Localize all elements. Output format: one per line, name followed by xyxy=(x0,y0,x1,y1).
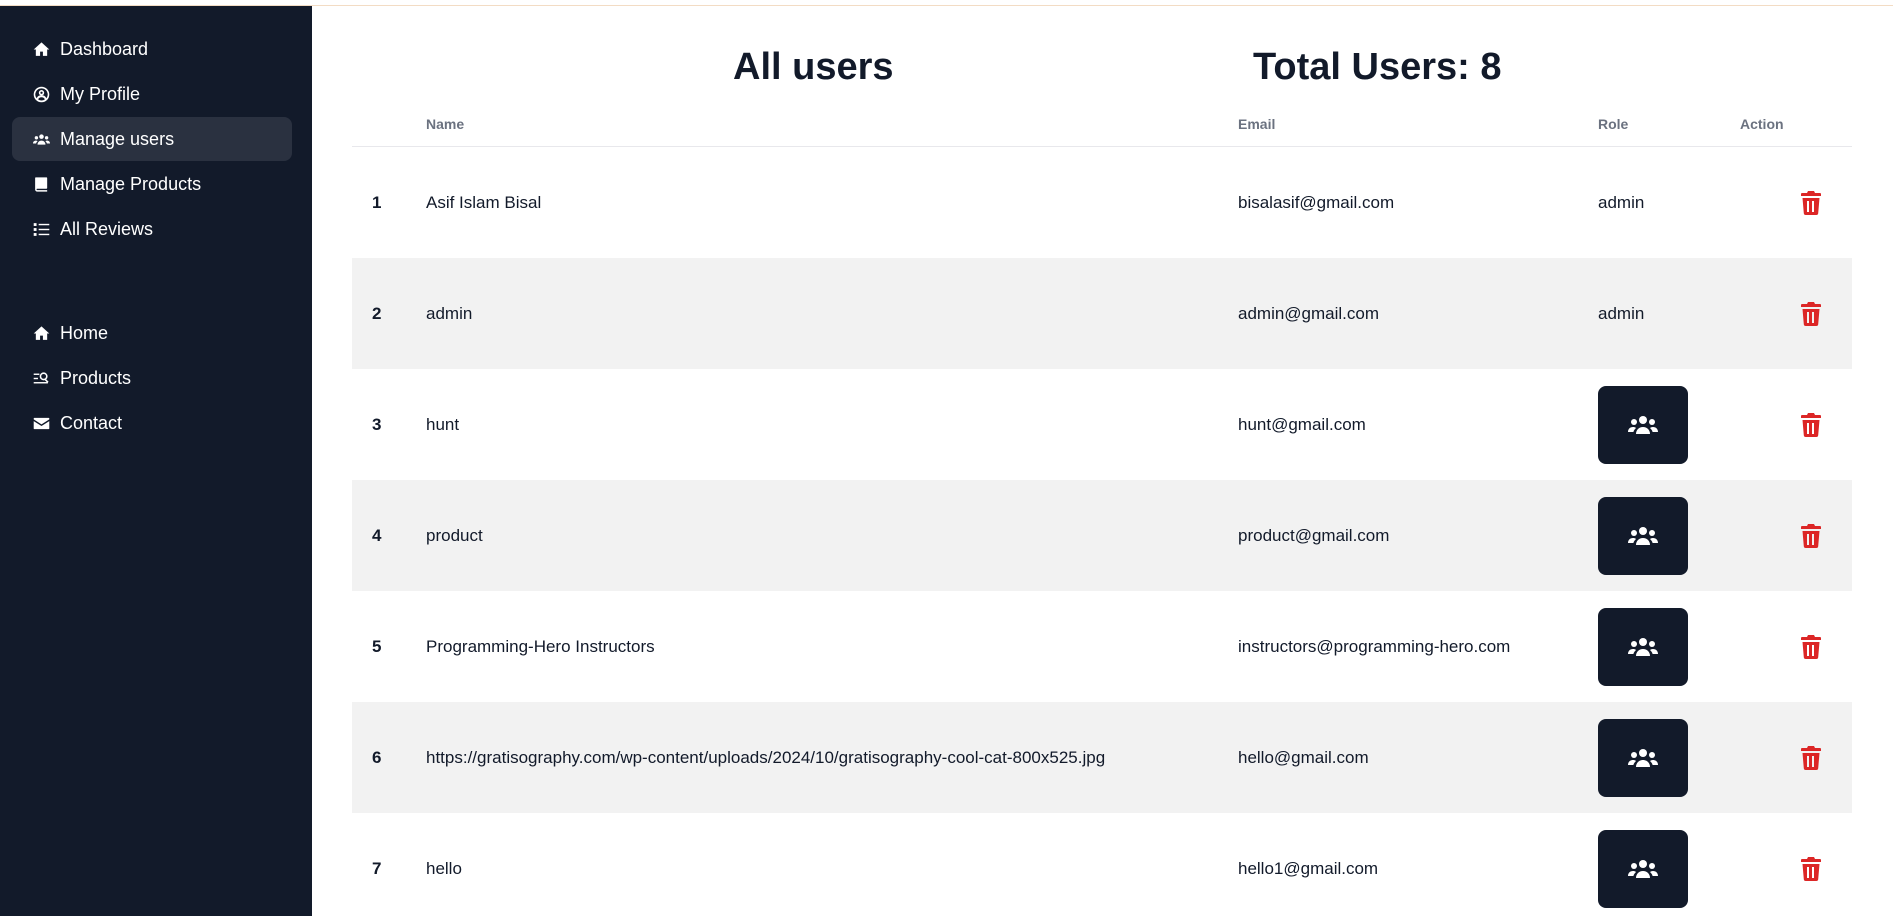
user-role: admin xyxy=(1598,303,1645,323)
sidebar-item-label: Manage users xyxy=(60,128,175,149)
table-row: 1 Asif Islam Bisal bisalasif@gmail.com a… xyxy=(352,147,1852,258)
make-admin-button[interactable] xyxy=(1598,718,1688,797)
make-admin-button[interactable] xyxy=(1598,385,1688,464)
table-row: 6 https://gratisography.com/wp-content/u… xyxy=(352,702,1852,813)
sidebar-item-manage-users[interactable]: Manage users xyxy=(12,117,292,161)
make-admin-button[interactable] xyxy=(1598,607,1688,686)
user-role: admin xyxy=(1598,192,1645,212)
action-cell xyxy=(1740,634,1852,659)
sidebar-item-contact[interactable]: Contact xyxy=(12,401,292,445)
sidebar-item-label: Products xyxy=(60,367,132,388)
user-email: hello@gmail.com xyxy=(1238,747,1369,767)
column-header-name: Name xyxy=(426,116,465,132)
table-row: 7 hello hello1@gmail.com xyxy=(352,813,1852,924)
main-content: All users Total Users: 8 Name Email Role… xyxy=(312,6,1893,916)
column-header-role: Role xyxy=(1598,116,1629,132)
row-index: 1 xyxy=(372,192,382,212)
sidebar-item-label: Manage Products xyxy=(60,173,202,194)
role-cell xyxy=(1598,718,1740,797)
search-list-icon xyxy=(32,369,50,387)
users-icon xyxy=(1628,415,1658,434)
role-cell xyxy=(1598,607,1740,686)
user-email: instructors@programming-hero.com xyxy=(1238,636,1511,656)
action-cell xyxy=(1740,523,1852,548)
table-row: 3 hunt hunt@gmail.com xyxy=(352,369,1852,480)
row-index: 7 xyxy=(372,858,382,878)
action-cell xyxy=(1740,301,1852,326)
home-icon xyxy=(32,40,50,58)
trash-icon[interactable] xyxy=(1801,745,1821,770)
trash-icon[interactable] xyxy=(1801,301,1821,326)
sidebar-item-my-profile[interactable]: My Profile xyxy=(12,72,292,116)
users-table: Name Email Role Action 1 Asif Islam Bisa… xyxy=(352,102,1852,924)
row-index: 4 xyxy=(372,525,382,545)
row-index: 3 xyxy=(372,414,382,434)
users-icon xyxy=(1628,526,1658,545)
sidebar-item-label: Contact xyxy=(60,412,123,433)
sidebar-item-label: Dashboard xyxy=(60,38,149,59)
user-name: product xyxy=(426,525,483,545)
sidebar-item-all-reviews[interactable]: All Reviews xyxy=(12,207,292,251)
role-cell xyxy=(1598,496,1740,575)
sidebar-secondary-nav: Home Products Contact xyxy=(0,311,312,445)
trash-icon[interactable] xyxy=(1801,523,1821,548)
table-row: 2 admin admin@gmail.com admin xyxy=(352,258,1852,369)
trash-icon[interactable] xyxy=(1801,634,1821,659)
sidebar-item-dashboard[interactable]: Dashboard xyxy=(12,27,292,71)
user-email: hello1@gmail.com xyxy=(1238,858,1379,878)
sidebar-item-products[interactable]: Products xyxy=(12,356,292,400)
list-icon xyxy=(32,220,50,238)
column-header-action: Action xyxy=(1740,116,1784,132)
trash-icon[interactable] xyxy=(1801,190,1821,215)
row-index: 6 xyxy=(372,747,382,767)
user-email: admin@gmail.com xyxy=(1238,303,1380,323)
user-name: hunt xyxy=(426,414,460,434)
sidebar-item-label: All Reviews xyxy=(60,218,154,239)
make-admin-button[interactable] xyxy=(1598,829,1688,908)
user-email: product@gmail.com xyxy=(1238,525,1390,545)
users-icon xyxy=(1628,748,1658,767)
user-email: bisalasif@gmail.com xyxy=(1238,192,1395,212)
trash-icon[interactable] xyxy=(1801,856,1821,881)
row-index: 5 xyxy=(372,636,382,656)
action-cell xyxy=(1740,412,1852,437)
table-row: 5 Programming-Hero Instructors instructo… xyxy=(352,591,1852,702)
action-cell xyxy=(1740,856,1852,881)
total-users-count: Total Users: 8 xyxy=(1253,46,1502,88)
action-cell xyxy=(1740,745,1852,770)
sidebar-item-manage-products[interactable]: Manage Products xyxy=(12,162,292,206)
row-index: 2 xyxy=(372,303,382,323)
user-name: Asif Islam Bisal xyxy=(426,192,542,212)
sidebar: Dashboard My Profile Manage users Manage… xyxy=(0,6,312,916)
sidebar-primary-nav: Dashboard My Profile Manage users Manage… xyxy=(0,27,312,251)
sidebar-item-home[interactable]: Home xyxy=(12,311,292,355)
envelope-icon xyxy=(32,414,50,432)
role-cell xyxy=(1598,829,1740,908)
user-name: admin xyxy=(426,303,473,323)
users-icon xyxy=(32,130,50,148)
sidebar-item-label: Home xyxy=(60,322,109,343)
user-circle-icon xyxy=(32,85,50,103)
column-header-email: Email xyxy=(1238,116,1276,132)
users-icon xyxy=(1628,859,1658,878)
home-icon xyxy=(32,324,50,342)
trash-icon[interactable] xyxy=(1801,412,1821,437)
users-icon xyxy=(1628,637,1658,656)
action-cell xyxy=(1740,190,1852,215)
make-admin-button[interactable] xyxy=(1598,496,1688,575)
book-icon xyxy=(32,175,50,193)
page-title: All users xyxy=(733,46,894,88)
sidebar-item-label: My Profile xyxy=(60,83,141,104)
user-email: hunt@gmail.com xyxy=(1238,414,1366,434)
user-name: hello xyxy=(426,858,462,878)
table-row: 4 product product@gmail.com xyxy=(352,480,1852,591)
user-name: https://gratisography.com/wp-content/upl… xyxy=(426,747,1106,767)
table-header: Name Email Role Action xyxy=(352,102,1852,147)
user-name: Programming-Hero Instructors xyxy=(426,636,655,656)
role-cell xyxy=(1598,385,1740,464)
